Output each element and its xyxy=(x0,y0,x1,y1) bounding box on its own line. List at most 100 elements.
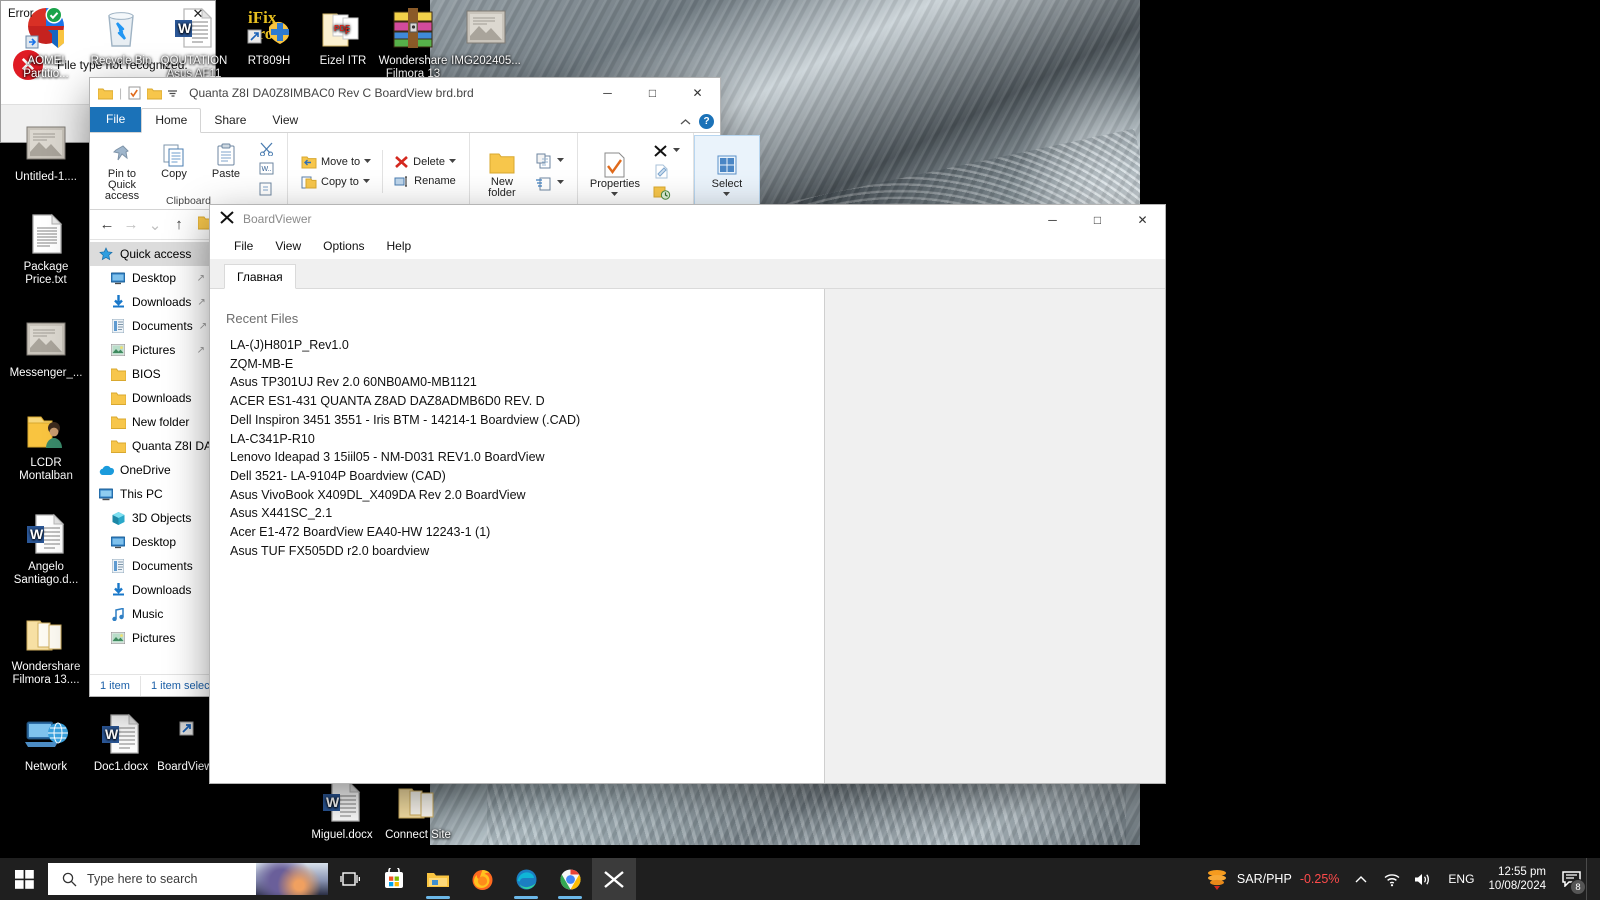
nav-item-quanta-z8i-da[interactable]: Quanta Z8I DA xyxy=(90,434,209,458)
clock[interactable]: 12:55 pm 10/08/2024 xyxy=(1482,865,1556,893)
network-button[interactable] xyxy=(1375,858,1440,900)
recent-file-item[interactable]: Asus TUF FX505DD r2.0 boardview xyxy=(226,542,824,561)
ribbon-right-controls[interactable]: ? xyxy=(680,114,714,129)
desktop-icon[interactable]: WAngelo Santiago.d... xyxy=(4,512,88,587)
collapse-ribbon-chevron-icon[interactable] xyxy=(680,118,691,126)
properties-button[interactable]: Properties xyxy=(584,146,646,197)
up-button[interactable]: ↑ xyxy=(168,214,190,236)
move-to-button[interactable]: Move to xyxy=(296,153,376,171)
firefox-button[interactable] xyxy=(460,858,504,900)
forward-button[interactable]: → xyxy=(120,214,142,236)
desktop-icon[interactable]: Package Price.txt xyxy=(4,212,88,287)
menu-help[interactable]: Help xyxy=(379,236,420,256)
microsoft-store-button[interactable] xyxy=(372,858,416,900)
tab-file[interactable]: File xyxy=(90,107,141,132)
edit-button[interactable] xyxy=(648,162,685,181)
error-dialog-close-button[interactable]: ✕ xyxy=(181,1,215,26)
boardviewer-window-buttons[interactable]: ─ □ ✕ xyxy=(1030,205,1165,235)
recent-file-item[interactable]: Dell 3521- LA-9104P Boardview (CAD) xyxy=(226,467,824,486)
select-button[interactable]: Select xyxy=(701,146,753,197)
delete-chevron-icon[interactable] xyxy=(449,159,456,164)
new-folder-button[interactable]: New folder xyxy=(476,144,528,199)
copy-to-chevron-icon[interactable] xyxy=(363,179,370,184)
clipboard-small-buttons[interactable]: W.. xyxy=(252,136,281,201)
show-hidden-icons-button[interactable] xyxy=(1347,858,1375,900)
delete-button[interactable]: Delete xyxy=(389,153,461,171)
open-with-chevron-icon[interactable] xyxy=(673,148,680,153)
nav-item-desktop[interactable]: Desktop↗ xyxy=(90,266,209,290)
boardviewer-minimize-button[interactable]: ─ xyxy=(1030,205,1075,235)
explorer-ribbon[interactable]: Pin to Quick access Copy Paste xyxy=(90,133,720,210)
desktop-icon[interactable]: Untitled-1.... xyxy=(4,122,88,184)
desktop-icon[interactable]: Messenger_... xyxy=(4,318,88,380)
explorer-navigation-pane[interactable]: Quick accessDesktop↗Downloads↗Documents↗… xyxy=(90,240,210,674)
chrome-button[interactable] xyxy=(548,858,592,900)
system-tray[interactable]: SAR/PHP -0.25% ENG 12:55 pm 10/08/2024 8 xyxy=(1197,858,1600,900)
paste-button[interactable]: Paste xyxy=(200,136,252,180)
nav-item-downloads[interactable]: Downloads↗ xyxy=(90,290,209,314)
nav-item-onedrive[interactable]: OneDrive xyxy=(90,458,209,482)
nav-item-bios[interactable]: BIOS xyxy=(90,362,209,386)
recent-file-item[interactable]: Dell Inspiron 3451 3551 - Iris BTM - 142… xyxy=(226,411,824,430)
explorer-title-bar[interactable]: | Quanta Z8I DA0Z8IMBAC0 Rev C BoardView… xyxy=(90,78,720,108)
explorer-window-buttons[interactable]: ─ □ ✕ xyxy=(585,78,720,108)
edge-button[interactable] xyxy=(504,858,548,900)
desktop-icon[interactable]: Wondershare Filmora 13 xyxy=(371,6,455,81)
recent-file-item[interactable]: ACER ES1-431 QUANTA Z8AD DAZ8ADMB6D0 REV… xyxy=(226,392,824,411)
nav-item-this-pc[interactable]: This PC xyxy=(90,482,209,506)
copy-button[interactable]: Copy xyxy=(148,136,200,180)
recent-file-item[interactable]: LA-C341P-R10 xyxy=(226,430,824,449)
new-item-chevron-icon[interactable] xyxy=(557,158,564,163)
back-button[interactable]: ← xyxy=(96,214,118,236)
folder-icon[interactable] xyxy=(98,87,113,100)
copy-path-button[interactable]: W.. xyxy=(254,160,279,177)
nav-item-pictures[interactable]: Pictures xyxy=(90,626,209,650)
show-desktop-button[interactable] xyxy=(1586,858,1594,900)
recent-file-item[interactable]: LA-(J)H801P_Rev1.0 xyxy=(226,336,824,355)
recent-file-item[interactable]: Asus TP301UJ Rev 2.0 60NB0AM0-MB1121 xyxy=(226,373,824,392)
file-explorer-button[interactable] xyxy=(416,858,460,900)
recent-file-item[interactable]: Acer E1-472 BoardView EA40-HW 12243-1 (1… xyxy=(226,523,824,542)
easy-access-chevron-icon[interactable] xyxy=(557,180,564,185)
explorer-ribbon-tabs[interactable]: File Home Share View ? xyxy=(90,108,720,133)
new-item-button[interactable] xyxy=(530,151,569,171)
new-folder-icon[interactable] xyxy=(147,87,162,100)
explorer-maximize-button[interactable]: □ xyxy=(630,78,675,108)
recent-file-item[interactable]: Asus X441SC_2.1 xyxy=(226,504,824,523)
tab-share[interactable]: Share xyxy=(201,109,259,132)
nav-item-pictures[interactable]: Pictures↗ xyxy=(90,338,209,362)
boardviewer-title-bar[interactable]: BoardViewer ─ □ ✕ xyxy=(210,205,1165,233)
boardviewer-close-button[interactable]: ✕ xyxy=(1120,205,1165,235)
menu-view[interactable]: View xyxy=(267,236,309,256)
quick-access-toolbar[interactable]: | xyxy=(98,86,177,100)
rename-button[interactable]: Rename xyxy=(389,173,461,190)
chevron-down-icon[interactable] xyxy=(168,89,177,98)
desktop-icon[interactable]: LCDR Montalban xyxy=(4,408,88,483)
desktop-icon[interactable]: Wondershare Filmora 13.... xyxy=(4,612,88,687)
explorer-minimize-button[interactable]: ─ xyxy=(585,78,630,108)
recent-file-item[interactable]: Asus VivoBook X409DL_X409DA Rev 2.0 Boar… xyxy=(226,486,824,505)
nav-item-3d-objects[interactable]: 3D Objects xyxy=(90,506,209,530)
move-to-chevron-icon[interactable] xyxy=(364,159,371,164)
nav-item-downloads[interactable]: Downloads xyxy=(90,386,209,410)
menu-file[interactable]: File xyxy=(226,236,261,256)
copy-to-button[interactable]: Copy to xyxy=(296,173,376,191)
paste-shortcut-button[interactable] xyxy=(254,179,279,198)
desktop-icon[interactable]: Network xyxy=(4,712,88,774)
boardviewer-canvas[interactable] xyxy=(825,289,1165,783)
taskbar[interactable]: Type here to search xyxy=(0,858,1600,900)
search-input[interactable]: Type here to search xyxy=(48,863,328,895)
nav-item-new-folder[interactable]: New folder xyxy=(90,410,209,434)
recent-files-panel[interactable]: Recent Files LA-(J)H801P_Rev1.0ZQM-MB-EA… xyxy=(210,289,825,783)
error-dialog-title-bar[interactable]: Error ✕ xyxy=(1,1,215,26)
boardviewer-button[interactable] xyxy=(592,858,636,900)
help-icon[interactable]: ? xyxy=(699,114,714,129)
recent-file-item[interactable]: ZQM-MB-E xyxy=(226,355,824,374)
select-chevron-icon[interactable] xyxy=(723,192,730,197)
menu-options[interactable]: Options xyxy=(315,236,372,256)
open-with-button[interactable] xyxy=(648,142,685,160)
stock-ticker[interactable]: SAR/PHP -0.25% xyxy=(1197,858,1348,900)
task-view-button[interactable] xyxy=(328,858,372,900)
explorer-close-button[interactable]: ✕ xyxy=(675,78,720,108)
boardviewer-menu-bar[interactable]: File View Options Help xyxy=(210,233,1165,259)
